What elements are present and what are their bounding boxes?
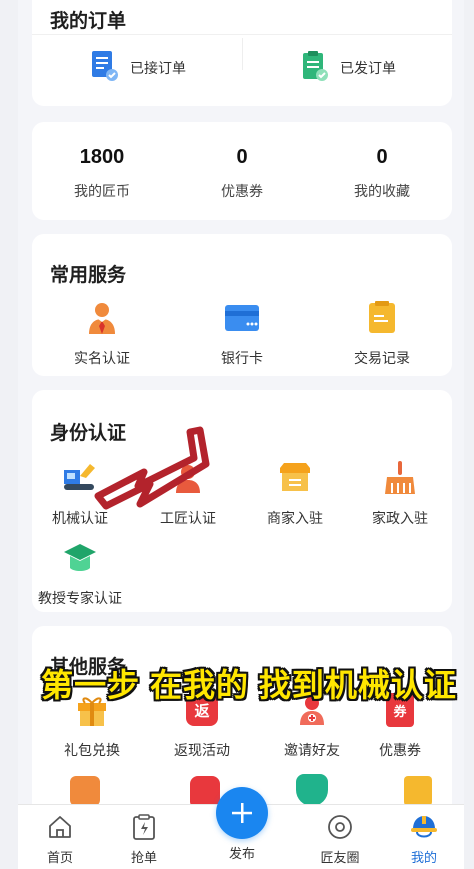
- graduation-cap-icon: [62, 540, 98, 576]
- tab-label: 首页: [46, 850, 73, 865]
- clipboard-icon: [300, 50, 330, 85]
- document-icon: [90, 50, 120, 85]
- other-label: 优惠券: [379, 742, 421, 758]
- other-label: 返现活动: [174, 742, 230, 758]
- divider: [32, 34, 452, 35]
- bank-card-icon: [224, 300, 260, 336]
- other-label: 礼包兑换: [64, 742, 120, 758]
- sent-orders-label: 已发订单: [340, 59, 396, 76]
- received-orders-button[interactable]: 已接订单: [90, 50, 186, 85]
- annotation-arrow: [94, 426, 210, 510]
- service-bank-card[interactable]: 银行卡: [192, 300, 292, 368]
- service-transactions[interactable]: 交易记录: [332, 300, 432, 368]
- sent-orders-button[interactable]: 已发订单: [300, 50, 396, 85]
- transaction-record-icon: [364, 300, 400, 336]
- housekeeping-broom-icon: [382, 460, 418, 496]
- coins-label: 我的匠币: [74, 183, 130, 199]
- tab-mine[interactable]: 我的: [394, 813, 454, 866]
- plus-icon: [232, 803, 252, 823]
- tab-publish-label[interactable]: 发布: [212, 843, 272, 862]
- identity-label: 商家入驻: [267, 510, 323, 526]
- received-orders-label: 已接订单: [130, 59, 186, 76]
- favorites-stat[interactable]: 0 我的收藏: [322, 146, 442, 201]
- app-screen: 我的订单 已接订单 已发订单 1800 我的匠币 0 优惠券 0 我的收藏 常用…: [18, 0, 464, 869]
- shield-search-icon[interactable]: [296, 774, 328, 806]
- coins-stat[interactable]: 1800 我的匠币: [42, 146, 162, 201]
- home-icon: [46, 813, 74, 841]
- identity-label: 教授专家认证: [38, 590, 122, 606]
- favorites-label: 我的收藏: [354, 183, 410, 199]
- helmet-icon: [410, 813, 438, 841]
- shopping-bag-icon[interactable]: [190, 776, 220, 806]
- service-label: 交易记录: [354, 350, 410, 366]
- machinery-icon: [62, 460, 98, 496]
- publish-button[interactable]: [216, 787, 268, 839]
- tutorial-caption: 第一步 在我的 找到机械认证: [41, 667, 457, 703]
- merchant-store-icon: [277, 460, 313, 496]
- divider: [242, 38, 243, 70]
- tab-circle[interactable]: 匠友圈: [310, 813, 370, 866]
- service-real-name[interactable]: 实名认证: [52, 300, 152, 368]
- orders-card: 我的订单 已接订单 已发订单: [32, 0, 452, 106]
- service-label: 实名认证: [74, 350, 130, 366]
- identity-card: 身份认证 机械认证 工匠认证 商家入驻 家政入驻 教授专家认证: [32, 390, 452, 612]
- tab-label: 抢单: [130, 850, 157, 865]
- coins-value: 1800: [79, 146, 125, 168]
- service-label: 银行卡: [221, 350, 263, 366]
- coupons-stat[interactable]: 0 优惠券: [182, 146, 302, 201]
- coupons-label: 优惠券: [221, 183, 263, 199]
- identity-label: 家政入驻: [372, 510, 428, 526]
- tab-label: 我的: [410, 850, 437, 865]
- identity-professor[interactable]: 教授专家认证: [30, 540, 130, 608]
- grab-order-icon: [130, 813, 158, 841]
- common-services-title: 常用服务: [50, 265, 127, 286]
- fuel-icon[interactable]: [70, 776, 100, 806]
- coupons-value: 0: [236, 146, 248, 168]
- stats-card: 1800 我的匠币 0 优惠券 0 我的收藏: [32, 122, 452, 220]
- orders-title: 我的订单: [50, 11, 127, 32]
- verified-person-icon: [84, 300, 120, 336]
- common-services-card: 常用服务 实名认证 银行卡 交易记录: [32, 234, 452, 376]
- tab-label: 匠友圈: [320, 850, 360, 865]
- identity-housekeeping[interactable]: 家政入驻: [350, 460, 450, 528]
- tab-grab-order[interactable]: 抢单: [114, 813, 174, 866]
- tab-home[interactable]: 首页: [30, 813, 90, 866]
- tab-label: 发布: [228, 846, 255, 861]
- other-label: 邀请好友: [284, 742, 340, 758]
- identity-merchant[interactable]: 商家入驻: [245, 460, 345, 528]
- bottom-tab-bar: 首页 抢单 发布 匠友圈 我的: [18, 787, 464, 869]
- document-yellow-icon[interactable]: [404, 776, 432, 806]
- favorites-value: 0: [376, 146, 388, 168]
- circle-icon: [326, 813, 354, 841]
